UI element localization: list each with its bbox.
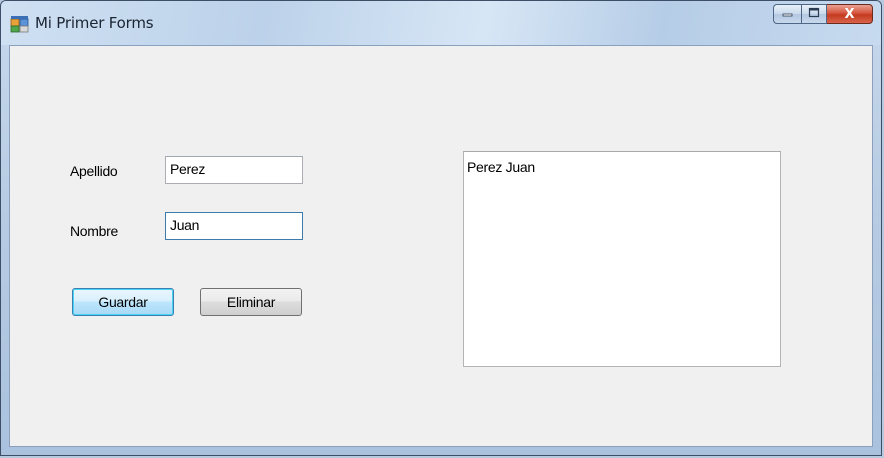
main-window: Mi Primer Forms X Apellido Perez Nombre … (0, 0, 882, 456)
caption-buttons: X (773, 4, 873, 24)
names-listbox[interactable]: Perez Juan (463, 151, 781, 367)
nombre-input[interactable]: Juan (165, 212, 303, 240)
list-item[interactable]: Perez Juan (467, 158, 777, 176)
minimize-icon (782, 8, 794, 21)
minimize-button[interactable] (773, 4, 801, 24)
title-bar[interactable]: Mi Primer Forms X (1, 1, 881, 45)
maximize-button[interactable] (801, 4, 827, 24)
close-button[interactable]: X (827, 4, 873, 24)
apellido-label: Apellido (70, 163, 118, 179)
eliminar-button[interactable]: Eliminar (200, 288, 302, 316)
form-client-area: Apellido Perez Nombre Juan Guardar Elimi… (9, 45, 873, 447)
maximize-icon (808, 7, 820, 21)
apellido-input[interactable]: Perez (165, 156, 303, 184)
nombre-label: Nombre (70, 223, 118, 239)
close-icon: X (844, 6, 855, 22)
app-icon[interactable] (10, 13, 30, 33)
window-title: Mi Primer Forms (35, 14, 154, 32)
guardar-button[interactable]: Guardar (72, 288, 174, 316)
